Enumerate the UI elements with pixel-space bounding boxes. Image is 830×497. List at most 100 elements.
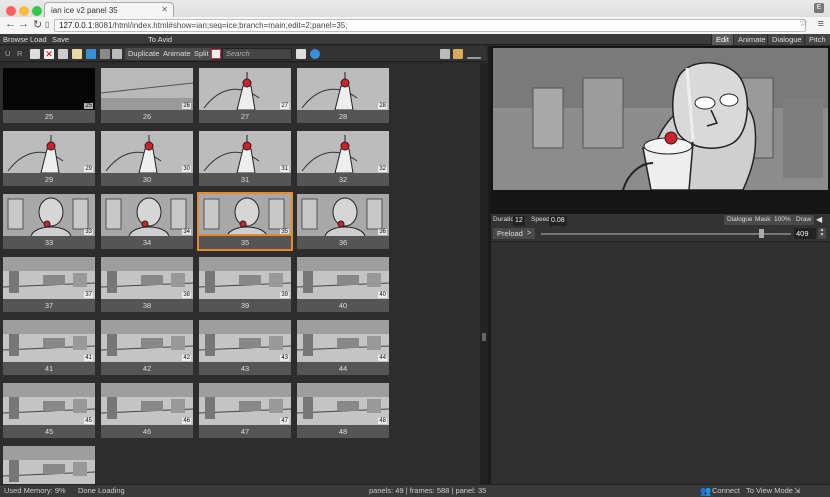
mode-tab-pitch[interactable]: Pitch [804,34,830,45]
panel-thumbnail[interactable]: 38 [101,257,193,299]
view-mode-icon[interactable]: ⇲ [794,485,800,497]
calendar-icon[interactable] [211,49,221,59]
panel-card[interactable]: 42 42 [98,317,193,377]
reload-icon[interactable]: ↻ [33,18,42,31]
dialogue-toggle[interactable]: Dialogue [724,215,756,225]
panel-card[interactable]: 48 48 [294,380,389,440]
panel-thumbnail[interactable]: 35 [197,192,293,238]
copy-icon[interactable] [58,49,68,59]
image-icon[interactable] [453,49,463,59]
panel-thumbnail[interactable]: 26 [101,68,193,110]
panel-card[interactable]: 39 39 [196,254,291,314]
panel-thumbnail[interactable]: 43 [199,320,291,362]
panel-thumbnail[interactable]: 36 [297,194,389,236]
panel-card[interactable]: 44 44 [294,317,389,377]
panel-card[interactable]: 41 41 [0,317,95,377]
grid-view-icon[interactable] [440,49,450,59]
panel-thumbnail[interactable]: 30 [101,131,193,173]
trash-icon[interactable] [296,49,306,59]
browser-tab[interactable]: ian ice v2 panel 35 ✕ [44,2,174,17]
panel-card[interactable]: 33 33 [0,191,95,251]
panel-card[interactable]: 43 43 [196,317,291,377]
panel-thumbnail[interactable]: 37 [3,257,95,299]
panel-thumbnail[interactable]: 48 [297,383,389,425]
panel-card[interactable]: 35 35 [196,191,293,251]
panel-thumbnail[interactable]: 42 [101,320,193,362]
panel-card[interactable]: 46 46 [98,380,193,440]
panel-thumbnail[interactable]: 46 [101,383,193,425]
panel-card[interactable]: 26 26 [98,65,193,125]
info-icon[interactable] [310,49,320,59]
to-avid-menu[interactable]: To Avid [148,34,172,45]
zoom-toggle[interactable]: 100% [771,215,794,225]
bookmark-star-icon[interactable]: ☆ [799,18,808,29]
panel-thumbnail[interactable]: 27 [199,68,291,110]
speed-field[interactable]: 0.08 [549,216,567,226]
panel-thumbnail[interactable]: 47 [199,383,291,425]
panel-card[interactable]: 40 40 [294,254,389,314]
mail-icon[interactable] [30,49,40,59]
back-icon[interactable]: ← [5,18,16,30]
split-button[interactable]: Split [191,48,212,60]
delete-x-icon[interactable]: ✕ [44,49,54,59]
browser-menu-icon[interactable]: ≡ [818,18,824,30]
panel-card[interactable]: 29 29 [0,128,95,188]
film-icon[interactable] [112,49,122,59]
panel-thumbnail[interactable]: 40 [297,257,389,299]
panel-thumbnail[interactable]: 29 [3,131,95,173]
grid-scrollbar[interactable] [480,63,488,484]
panel-thumbnail[interactable]: 31 [199,131,291,173]
url-field[interactable]: 127.0.0.1:8081/html/index.html#show=ian;… [54,19,806,32]
draw-toggle[interactable]: Draw [793,215,815,225]
panel-thumbnail[interactable] [3,446,95,484]
search-input[interactable]: Search [222,48,292,60]
duplicate-button[interactable]: Duplicate [125,48,163,60]
browse-menu[interactable]: Browse [3,34,28,45]
mode-tab-animate[interactable]: Animate [733,34,770,45]
frame-number-field[interactable]: 409 [794,228,816,239]
frame-stepper-icon[interactable]: ▲ ▼ [818,228,826,239]
frame-slider-handle[interactable] [759,229,764,238]
tab-close-icon[interactable]: ✕ [161,5,168,14]
panel-card[interactable]: 31 31 [196,128,291,188]
preload-button[interactable]: Preload [493,228,527,239]
mode-tab-dialogue[interactable]: Dialogue [767,34,806,45]
load-menu[interactable]: Load [30,34,47,45]
speaker-icon[interactable]: ◀ [816,215,822,224]
panel-thumbnail[interactable]: 32 [297,131,389,173]
mode-tab-edit[interactable]: Edit [711,34,733,45]
panel-thumbnail[interactable]: 34 [101,194,193,236]
panel-thumbnail[interactable]: 45 [3,383,95,425]
panel-card[interactable]: 38 38 [98,254,193,314]
panel-card[interactable]: 47 47 [196,380,291,440]
profile-badge[interactable]: E [814,3,824,13]
panel-card[interactable] [0,443,95,484]
panel-thumbnail[interactable]: 25 [3,68,95,110]
animate-button[interactable]: Animate [160,48,194,60]
panel-thumbnail[interactable]: 39 [199,257,291,299]
size-slider-icon[interactable] [467,49,481,59]
panel-thumbnail[interactable]: 28 [297,68,389,110]
panel-card[interactable]: 28 28 [294,65,389,125]
viewer-image[interactable] [493,48,828,190]
panel-thumbnail[interactable]: 44 [297,320,389,362]
panel-card[interactable]: 36 36 [294,191,389,251]
panel-card[interactable]: 30 30 [98,128,193,188]
view-mode-link[interactable]: To View Mode [746,485,793,497]
scrollbar-grip[interactable] [482,333,486,341]
play-button[interactable]: > [523,228,535,239]
panel-card[interactable]: 37 37 [0,254,95,314]
panel-card[interactable]: 25 25 [0,65,95,125]
panel-card[interactable]: 32 32 [294,128,389,188]
panel-card[interactable]: 34 34 [98,191,193,251]
panel-thumbnail[interactable]: 41 [3,320,95,362]
maximize-window-icon[interactable] [32,6,42,16]
duration-field[interactable]: 12 [513,216,525,226]
panel-card[interactable]: 45 45 [0,380,95,440]
panel-card[interactable]: 27 27 [196,65,291,125]
paste-icon[interactable] [72,49,82,59]
panel-thumbnail[interactable]: 33 [3,194,95,236]
close-window-icon[interactable] [6,6,16,16]
camera-icon[interactable] [100,49,110,59]
minimize-window-icon[interactable] [19,6,29,16]
